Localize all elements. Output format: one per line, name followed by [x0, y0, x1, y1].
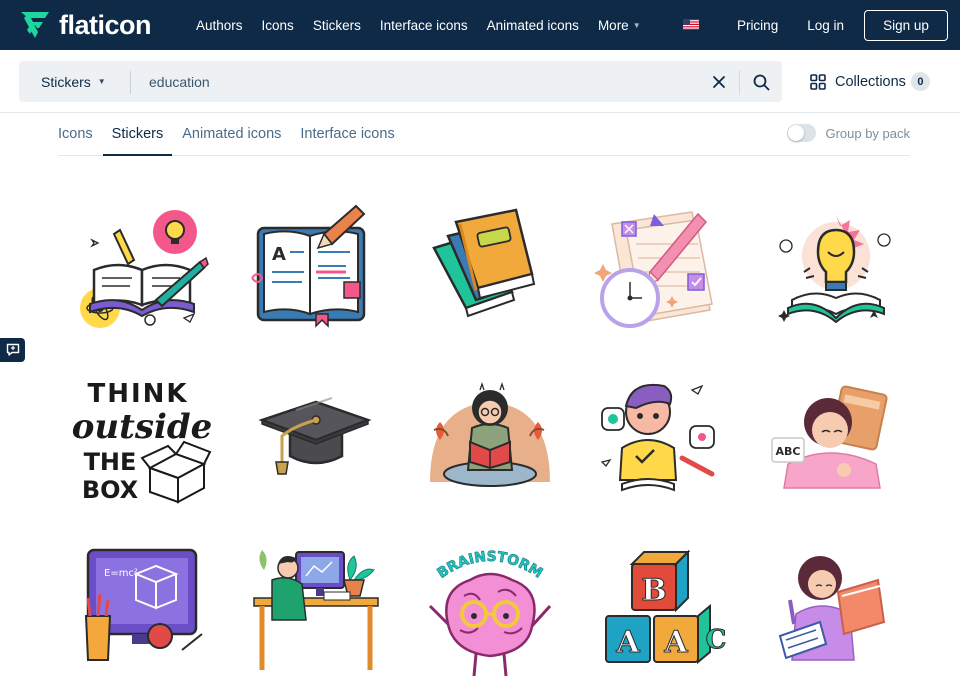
nav-stickers[interactable]: Stickers [313, 18, 361, 33]
nav-interface-icons[interactable]: Interface icons [380, 18, 468, 33]
sticker-text-block-c: C [706, 625, 727, 655]
signup-button[interactable]: Sign up [864, 9, 948, 41]
notebook-pencil-illustration: A [251, 204, 366, 328]
boy-studying-sticker[interactable] [592, 370, 732, 510]
graduation-cap-illustration [258, 397, 372, 475]
girl-writing-abc-illustration: ABC [771, 375, 888, 489]
top-navigation: flaticon Authors Icons Stickers Interfac… [0, 0, 960, 50]
divider [739, 70, 740, 95]
girl-reading-sticker[interactable] [420, 370, 560, 510]
close-icon [713, 76, 725, 88]
chevron-down-icon: ▼ [632, 20, 641, 30]
student-at-desk-sticker[interactable] [246, 540, 386, 680]
brand-name: flaticon [59, 10, 152, 40]
search-box: Stickers ▼ [19, 61, 782, 102]
abc-blocks-illustration: B A A C [605, 549, 727, 665]
pricing-link[interactable]: Pricing [737, 18, 778, 33]
flaticon-logo[interactable]: flaticon [19, 10, 152, 40]
tab-stickers[interactable]: Stickers [102, 114, 173, 156]
girl-writing-abc-sticker[interactable]: ABC [766, 370, 906, 510]
grid-icon [810, 73, 826, 90]
clock-pencil-paper-illustration [594, 211, 713, 328]
sticker-text-think: THINK [87, 379, 188, 409]
main-nav: Authors Icons Stickers Interface icons A… [196, 0, 660, 50]
sticker-text-outside: outside [72, 407, 212, 447]
chevron-down-icon: ▼ [97, 77, 106, 86]
toggle-knob [788, 125, 805, 141]
search-row: Stickers ▼ Collections 0 [0, 50, 960, 113]
girl-with-books-sticker[interactable] [766, 540, 906, 680]
open-book-ideas-sticker[interactable] [72, 200, 212, 340]
lightbulb-book-illustration [778, 216, 891, 324]
sticker-text-formula: E=mc² [104, 568, 138, 579]
tab-icons[interactable]: Icons [58, 114, 93, 156]
search-icon [753, 74, 769, 90]
computer-formula-illustration: E=mc² [84, 548, 203, 661]
tab-animated-icons[interactable]: Animated icons [182, 114, 281, 156]
login-link[interactable]: Log in [807, 18, 844, 33]
clock-pencil-paper-sticker[interactable] [592, 200, 732, 340]
search-button[interactable] [750, 71, 772, 93]
resource-type-select[interactable]: Stickers ▼ [41, 61, 106, 102]
open-book-ideas-illustration [80, 210, 209, 328]
resource-tabs: Icons Stickers Animated icons Interface … [58, 114, 910, 156]
group-by-pack-toggle[interactable]: Group by pack [787, 124, 910, 142]
abc-blocks-sticker[interactable]: B A A C [592, 540, 732, 680]
stacked-books-sticker[interactable] [420, 200, 560, 340]
stacked-books-illustration [432, 208, 536, 318]
nav-more-label: More [597, 17, 629, 33]
nav-more-menu[interactable]: More ▼ [598, 18, 641, 33]
nav-authors[interactable]: Authors [196, 18, 243, 33]
tab-list: Icons Stickers Animated icons Interface … [58, 114, 414, 156]
think-outside-the-box-illustration: THINK outside THE BOX [72, 379, 212, 504]
tab-interface-icons[interactable]: Interface icons [300, 114, 394, 156]
think-outside-the-box-sticker[interactable]: THINK outside THE BOX [72, 370, 212, 510]
resource-type-label: Stickers [41, 73, 91, 90]
brainstorm-brain-illustration: BRAINSTORM [428, 549, 552, 677]
sticker-text-the: THE [84, 448, 137, 476]
toggle-switch[interactable] [787, 124, 817, 142]
brainstorm-brain-sticker[interactable]: BRAINSTORM [420, 540, 560, 680]
divider [130, 71, 131, 94]
search-input[interactable] [149, 66, 689, 97]
sticker-text-block-b: B [641, 573, 666, 608]
us-flag-icon[interactable] [683, 19, 699, 30]
clear-search-button[interactable] [708, 71, 730, 93]
feedback-icon [6, 343, 19, 356]
notebook-pencil-sticker[interactable]: A [246, 200, 386, 340]
student-at-desk-illustration [253, 550, 379, 670]
girl-reading-illustration [430, 381, 550, 487]
account-actions: Pricing Log in Sign up [737, 0, 948, 50]
flaticon-logo-icon [21, 12, 49, 38]
nav-animated-icons[interactable]: Animated icons [487, 18, 579, 33]
lightbulb-book-sticker[interactable] [766, 200, 906, 340]
sticker-text-block-a2: A [663, 625, 688, 660]
nav-icons[interactable]: Icons [262, 18, 294, 33]
sticker-text-block-a: A [615, 625, 640, 660]
collections-count-badge: 0 [910, 72, 930, 91]
boy-studying-illustration [600, 384, 715, 492]
svg-text:A: A [272, 244, 286, 265]
collections-button[interactable]: Collections 0 [810, 61, 930, 102]
feedback-button[interactable] [0, 338, 25, 362]
sticker-text-box: BOX [82, 476, 139, 504]
group-by-pack-label: Group by pack [825, 125, 910, 141]
computer-formula-sticker[interactable]: E=mc² [72, 540, 212, 680]
sticker-text-abc: ABC [776, 445, 801, 458]
collections-label: Collections [835, 73, 906, 90]
graduation-cap-sticker[interactable] [246, 370, 386, 510]
girl-with-books-illustration [778, 556, 886, 661]
